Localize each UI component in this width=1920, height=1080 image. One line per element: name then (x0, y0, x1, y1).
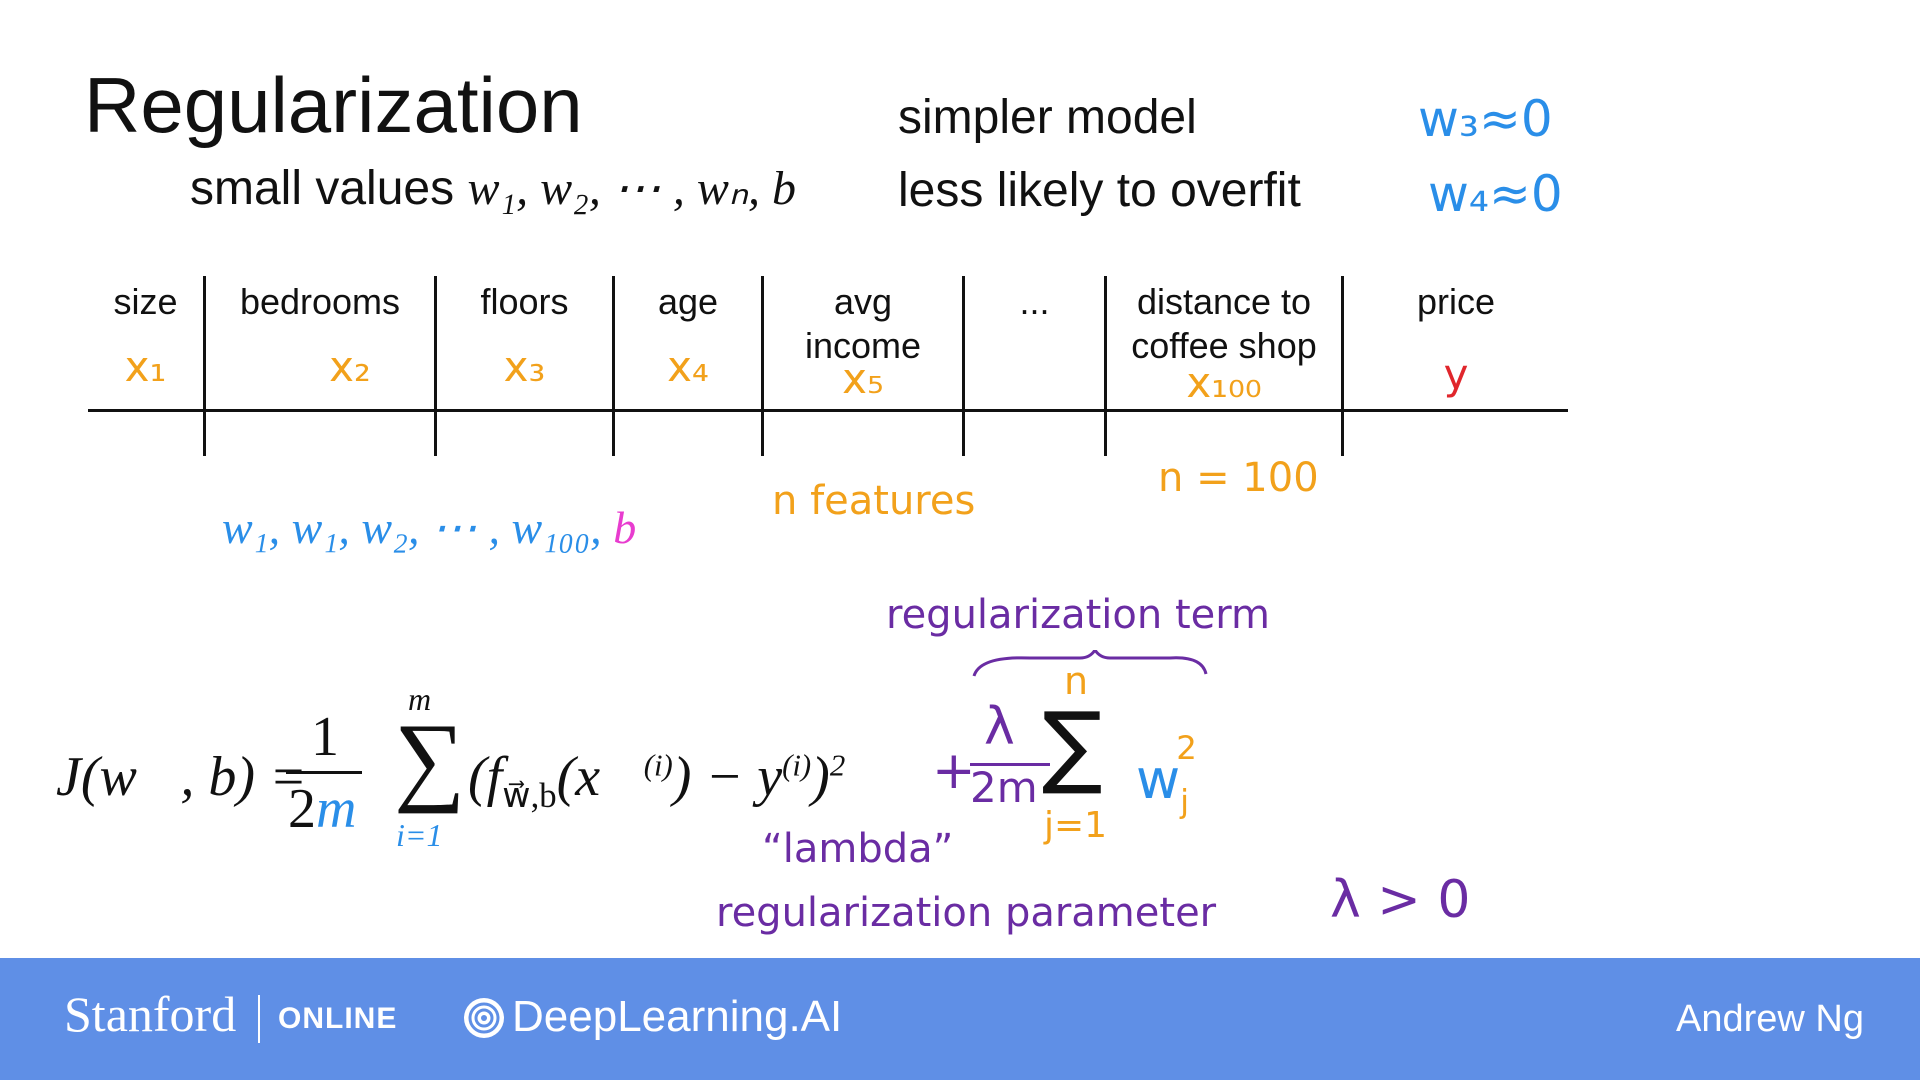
header-distance: distance to coffee shop (1131, 281, 1317, 366)
wj-w: w (1136, 747, 1181, 811)
sum2-symbol: ∑ (1042, 693, 1103, 798)
body-close: ) (811, 746, 830, 808)
n-features: n features (772, 478, 976, 524)
feature-x100: x₁₀₀ (1186, 358, 1262, 407)
sum-lower: i=1 (396, 817, 443, 853)
deeplearning-logo-icon (464, 998, 504, 1038)
frac-den-2: 2 (288, 778, 316, 840)
header-floors: floors (480, 281, 569, 322)
body-minus-y: ) − y (672, 746, 783, 808)
frac-den-m: m (316, 778, 357, 840)
lambda-positive: λ > 0 (1330, 870, 1471, 930)
stanford-logo: Stanford (64, 986, 237, 1042)
note-w3: w₃≈0 (1418, 90, 1553, 148)
subtitle-math: w₁, w₂, ⋯ , wₙ, b (467, 162, 796, 215)
lambda-quote: “lambda” (762, 826, 954, 872)
slide-title: Regularization (84, 61, 583, 149)
weights-text: w₁, w₁, w₂, ⋯ , w₁₀₀, (222, 502, 602, 553)
frac-bar (286, 771, 362, 774)
frac-denominator: 2m (288, 777, 356, 841)
table-rule (88, 409, 1568, 412)
formula-lhs: J(w⃗, b) = (56, 746, 307, 808)
subtitle: small values w₁, w₂, ⋯ , wₙ, b (190, 160, 796, 216)
online-label: ONLINE (278, 1002, 398, 1035)
reg-param-label: regularization parameter (716, 890, 1217, 936)
frac-numerator: 1 (311, 706, 339, 768)
body-sub: w⃗,b (502, 776, 557, 816)
feature-x2: x₂ (329, 342, 371, 391)
body-f: (f (468, 746, 503, 808)
note-w4: w₄≈0 (1428, 165, 1563, 223)
body-square: 2 (829, 748, 846, 783)
wj-sup: 2 (1176, 729, 1197, 767)
wj-sub: j (1180, 782, 1190, 821)
weights-list: w₁, w₁, w₂, ⋯ , w₁₀₀, b (222, 500, 636, 554)
formula-body: (fw⃗,b(x⃗(i)) − y(i))2 (468, 745, 845, 816)
header-bedrooms: bedrooms (239, 281, 401, 322)
body-sup-i2: (i) (782, 748, 812, 783)
header-ellipsis: ... (1019, 281, 1050, 322)
deeplearning-wordmark: DeepLearning.AI (512, 992, 843, 1041)
feature-x4: x₄ (667, 342, 709, 391)
body-x: (x⃗ (556, 746, 644, 808)
feature-x1: x₁ (124, 342, 167, 391)
lambda-numerator: λ (984, 697, 1015, 757)
bias-b: b (613, 502, 637, 553)
sum-symbol: ∑ (394, 703, 466, 814)
note-less-overfit: less likely to overfit (898, 164, 1301, 217)
body-sup-i: (i) (643, 748, 673, 783)
footer-divider (258, 995, 260, 1043)
header-size: size (113, 281, 178, 322)
lambda-denominator: 2m (970, 763, 1038, 812)
header-age: age (657, 281, 719, 322)
sum2-lower: j=1 (1044, 805, 1108, 846)
reg-term-brace (972, 650, 1208, 677)
subtitle-text: small values (190, 162, 455, 215)
feature-table: size bedrooms floors age avg income ... … (88, 272, 1568, 462)
n-value: n = 100 (1158, 455, 1319, 501)
note-simpler-model: simpler model (898, 91, 1197, 144)
feature-x3: x₃ (503, 342, 546, 391)
author-name: Andrew Ng (1676, 998, 1864, 1040)
feature-x5: x₅ (842, 354, 884, 403)
wj-term: wj 2 (1136, 729, 1197, 820)
feature-y: y (1443, 350, 1469, 399)
header-price: price (1416, 281, 1496, 322)
reg-term-label: regularization term (886, 592, 1270, 638)
